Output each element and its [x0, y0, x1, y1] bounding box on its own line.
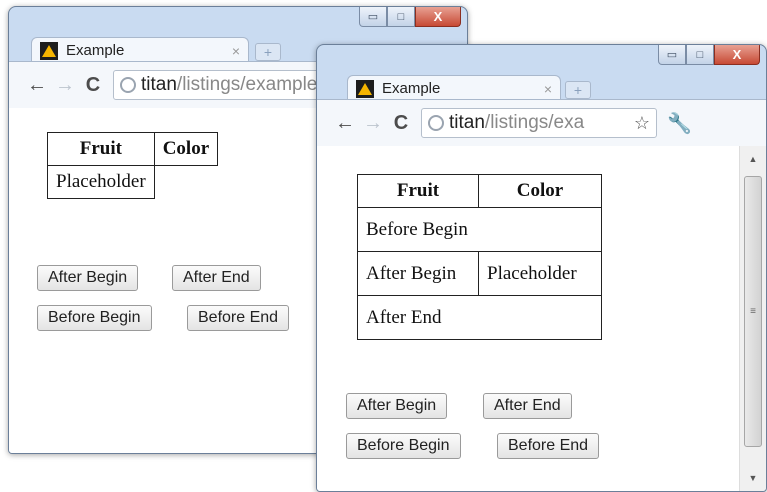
new-tab-button[interactable]: +: [565, 81, 591, 99]
tab-example[interactable]: Example ×: [31, 37, 249, 63]
scroll-down-icon[interactable]: ▼: [740, 469, 766, 487]
maximize-icon[interactable]: □: [387, 7, 415, 27]
page-content: Fruit Color Before Begin After Begin Pla…: [317, 146, 740, 491]
scroll-up-icon[interactable]: ▲: [740, 150, 766, 168]
after-begin-button[interactable]: After Begin: [37, 265, 139, 291]
table-row: After End: [357, 295, 602, 340]
globe-icon: [120, 77, 136, 93]
new-tab-button[interactable]: +: [255, 43, 281, 61]
tab-close-icon[interactable]: ×: [544, 81, 552, 97]
vertical-scrollbar[interactable]: ▲ ≡ ▼: [739, 146, 766, 491]
table-cell: After Begin: [357, 251, 479, 296]
after-end-button[interactable]: After End: [172, 265, 261, 291]
table-header-row: Fruit Color: [357, 174, 602, 208]
after-end-button[interactable]: After End: [483, 393, 572, 419]
back-arrow-icon[interactable]: ←: [23, 71, 51, 99]
tab-title: Example: [382, 80, 441, 97]
fruit-table: Fruit Color Placeholder: [47, 132, 219, 199]
forward-arrow-icon[interactable]: →: [51, 71, 79, 99]
table-cell: Placeholder: [47, 165, 155, 199]
table-row: After Begin Placeholder: [357, 251, 602, 296]
grip-icon: ≡: [750, 306, 756, 317]
before-end-button[interactable]: Before End: [187, 305, 290, 331]
table-row: Placeholder: [47, 165, 218, 199]
after-begin-button[interactable]: After Begin: [346, 393, 448, 419]
tab-strip: Example × +: [317, 67, 766, 101]
toolbar: ← → C titan /listings/exa ☆ 🔧: [317, 99, 766, 147]
url-path: /listings/exa: [484, 112, 585, 133]
before-end-button[interactable]: Before End: [497, 433, 600, 459]
header-fruit: Fruit: [47, 132, 155, 166]
header-fruit: Fruit: [357, 174, 479, 208]
minimize-icon[interactable]: ▭: [359, 7, 387, 27]
header-color: Color: [478, 174, 602, 208]
close-icon[interactable]: X: [714, 45, 760, 65]
wrench-icon[interactable]: 🔧: [667, 111, 692, 136]
table-header-row: Fruit Color: [47, 132, 219, 166]
back-arrow-icon[interactable]: ←: [331, 109, 359, 137]
favicon-icon: [356, 79, 374, 98]
globe-icon: [428, 115, 444, 131]
reload-icon[interactable]: C: [79, 71, 107, 99]
before-begin-button[interactable]: Before Begin: [346, 433, 461, 459]
caption-buttons: ▭ □ X: [658, 45, 760, 67]
table-cell: After End: [357, 295, 602, 340]
scrollbar-thumb[interactable]: ≡: [744, 176, 762, 447]
tab-close-icon[interactable]: ×: [232, 43, 240, 59]
minimize-icon[interactable]: ▭: [658, 45, 686, 65]
url-host: titan: [449, 112, 485, 133]
tab-title: Example: [66, 42, 125, 59]
forward-arrow-icon[interactable]: →: [359, 109, 387, 137]
bookmark-star-icon[interactable]: ☆: [634, 113, 650, 134]
tab-example[interactable]: Example ×: [347, 75, 561, 101]
close-icon[interactable]: X: [415, 7, 461, 27]
header-color: Color: [153, 132, 219, 166]
table-row: Before Begin: [357, 207, 602, 252]
favicon-icon: [40, 41, 58, 60]
before-begin-button[interactable]: Before Begin: [37, 305, 152, 331]
table-cell: Before Begin: [357, 207, 602, 252]
table-cell: Placeholder: [478, 251, 602, 296]
reload-icon[interactable]: C: [387, 109, 415, 137]
caption-buttons: ▭ □ X: [359, 7, 461, 29]
url-host: titan: [141, 74, 177, 95]
maximize-icon[interactable]: □: [686, 45, 714, 65]
browser-window-front[interactable]: ▭ □ X Example × + ← → C titan /listings/…: [316, 44, 767, 492]
fruit-table: Fruit Color Before Begin After Begin Pla…: [357, 174, 602, 340]
address-bar[interactable]: titan /listings/exa ☆: [421, 108, 657, 138]
